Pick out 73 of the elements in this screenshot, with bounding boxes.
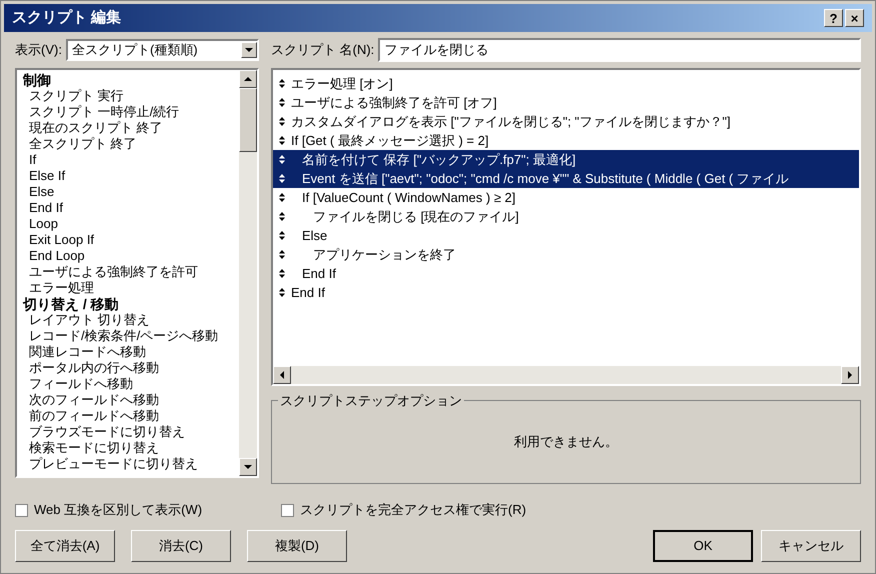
step-list-item[interactable]: プレビューモードに切り替え bbox=[23, 456, 239, 472]
step-list-item[interactable]: スクリプト 実行 bbox=[23, 88, 239, 104]
step-list-item[interactable]: 次のフィールドへ移動 bbox=[23, 392, 239, 408]
script-step[interactable]: If [ValueCount ( WindowNames ) ≥ 2] bbox=[273, 188, 859, 207]
move-handle-icon[interactable] bbox=[279, 174, 285, 183]
step-list-item[interactable]: スクリプト 一時停止/続行 bbox=[23, 104, 239, 120]
step-list-item[interactable]: ユーザによる強制終了を許可 bbox=[23, 264, 239, 280]
step-list-item[interactable]: Else If bbox=[23, 168, 239, 184]
scroll-up-icon[interactable] bbox=[239, 70, 257, 88]
scroll-down-icon[interactable] bbox=[239, 458, 257, 476]
script-step[interactable]: End If bbox=[273, 283, 859, 302]
help-button[interactable]: ? bbox=[824, 9, 843, 27]
view-label: 表示(V): bbox=[15, 41, 62, 60]
step-list-item[interactable]: Loop bbox=[23, 216, 239, 232]
move-handle-icon[interactable] bbox=[279, 231, 285, 240]
move-handle-icon[interactable] bbox=[279, 117, 285, 126]
step-list-item[interactable]: フィールドへ移動 bbox=[23, 376, 239, 392]
category-heading: 切り替え / 移動 bbox=[23, 296, 120, 312]
checkbox[interactable] bbox=[15, 504, 28, 516]
step-list-item[interactable]: レコード/検索条件/ページへ移動 bbox=[23, 328, 239, 344]
step-list-item[interactable]: 検索モードに切り替え bbox=[23, 440, 239, 456]
script-step[interactable]: カスタムダイアログを表示 ["ファイルを閉じる"; "ファイルを閉じますか？"] bbox=[273, 112, 859, 131]
step-list-item[interactable]: 前のフィールドへ移動 bbox=[23, 408, 239, 424]
checkbox-option[interactable]: Web 互換を区別して表示(W) bbox=[15, 500, 281, 520]
script-step[interactable]: ファイルを閉じる [現在のファイル] bbox=[273, 207, 859, 226]
script-step[interactable]: 名前を付けて 保存 ["バックアップ.fp7"; 最適化] bbox=[273, 150, 859, 169]
move-handle-icon[interactable] bbox=[279, 136, 285, 145]
checkbox[interactable] bbox=[281, 504, 294, 516]
scroll-thumb[interactable] bbox=[239, 88, 257, 152]
checkbox-option[interactable]: スクリプトを完全アクセス権で実行(R) bbox=[281, 500, 526, 520]
script-step[interactable]: If [Get ( 最終メッセージ選択 ) = 2] bbox=[273, 131, 859, 150]
step-list-item[interactable]: 全スクリプト 終了 bbox=[23, 136, 239, 152]
move-handle-icon[interactable] bbox=[279, 193, 285, 202]
dialog-button[interactable]: キャンセル bbox=[761, 530, 861, 562]
script-name-field[interactable]: ファイルを閉じる bbox=[378, 38, 861, 62]
step-list-item[interactable]: レイアウト 切り替え bbox=[23, 312, 239, 328]
script-step[interactable]: ユーザによる強制終了を許可 [オフ] bbox=[273, 93, 859, 112]
dialog-button[interactable]: 全て消去(A) bbox=[15, 530, 115, 562]
script-step[interactable]: アプリケーションを終了 bbox=[273, 245, 859, 264]
script-step[interactable]: End If bbox=[273, 264, 859, 283]
scroll-right-icon[interactable] bbox=[841, 366, 859, 384]
options-message: 利用できません。 bbox=[514, 433, 618, 452]
window-title: スクリプト 編集 bbox=[12, 8, 122, 28]
move-handle-icon[interactable] bbox=[279, 79, 285, 88]
move-handle-icon[interactable] bbox=[279, 98, 285, 107]
script-step[interactable]: エラー処理 [オン] bbox=[273, 74, 859, 93]
horizontal-scrollbar[interactable] bbox=[273, 366, 859, 384]
scroll-left-icon[interactable] bbox=[273, 366, 291, 384]
step-list-item[interactable]: 現在のスクリプト 終了 bbox=[23, 120, 239, 136]
step-list-item[interactable]: Exit Loop If bbox=[23, 232, 239, 248]
move-handle-icon[interactable] bbox=[279, 250, 285, 259]
step-list-item[interactable]: If bbox=[23, 152, 239, 168]
script-step[interactable]: Else bbox=[273, 226, 859, 245]
move-handle-icon[interactable] bbox=[279, 269, 285, 278]
step-list-item[interactable]: End Loop bbox=[23, 248, 239, 264]
category-heading: 制御 bbox=[23, 72, 52, 88]
step-list-item[interactable]: 関連レコードへ移動 bbox=[23, 344, 239, 360]
step-list-item[interactable]: ブラウズモードに切り替え bbox=[23, 424, 239, 440]
move-handle-icon[interactable] bbox=[279, 212, 285, 221]
step-list-item[interactable]: End If bbox=[23, 200, 239, 216]
script-step[interactable]: Event を送信 ["aevt"; "odoc"; "cmd /c move ¥"" & Substitute ( Middle ( Get ( ファイル bbox=[273, 169, 859, 188]
dialog-button[interactable]: OK bbox=[653, 530, 753, 562]
step-list-item[interactable]: エラー処理 bbox=[23, 280, 239, 296]
step-list-item[interactable]: Else bbox=[23, 184, 239, 200]
dialog-button[interactable]: 複製(D) bbox=[247, 530, 347, 562]
close-button[interactable]: × bbox=[845, 9, 864, 27]
move-handle-icon[interactable] bbox=[279, 155, 285, 164]
script-name-label: スクリプト 名(N): bbox=[271, 41, 374, 60]
move-handle-icon[interactable] bbox=[279, 288, 285, 297]
step-list-item[interactable]: ポータル内の行へ移動 bbox=[23, 360, 239, 376]
vertical-scrollbar[interactable] bbox=[239, 70, 257, 476]
dialog-button[interactable]: 消去(C) bbox=[131, 530, 231, 562]
view-dropdown[interactable]: 全スクリプト(種類順) bbox=[66, 39, 259, 61]
